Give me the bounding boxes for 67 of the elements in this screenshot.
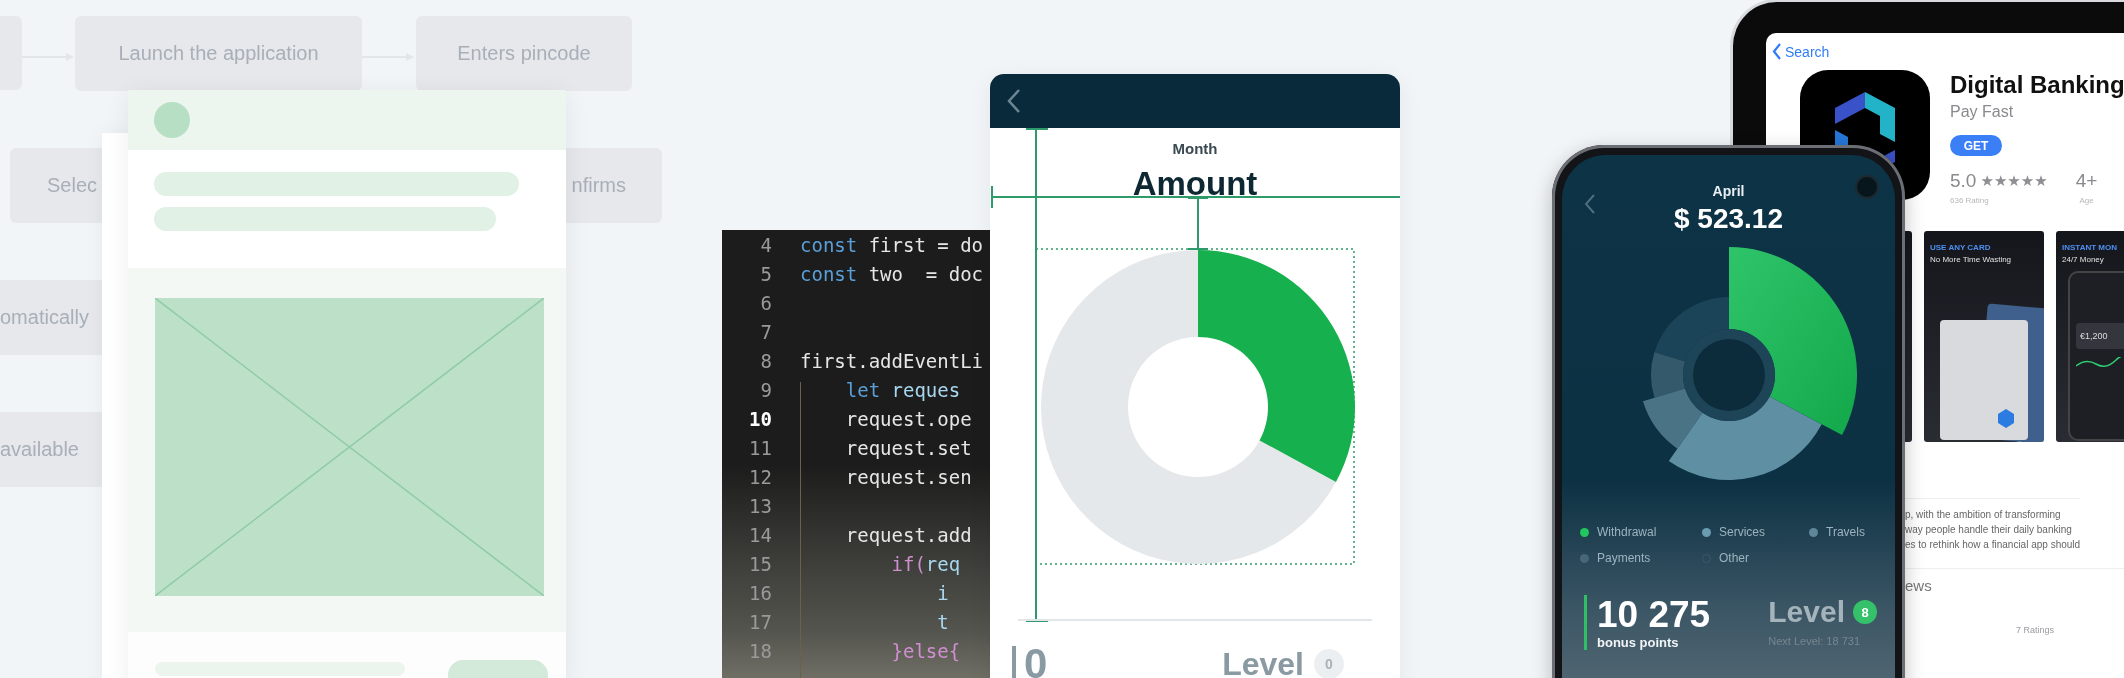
line-number: 15 xyxy=(748,552,772,575)
code-line: request.sen xyxy=(844,465,972,488)
code-line: request.set xyxy=(844,436,972,459)
level-badge: 8 xyxy=(1853,600,1877,624)
legend-label: Withdrawal xyxy=(1597,525,1657,539)
star-icon: ★ xyxy=(1980,172,1994,190)
value-text: 0 xyxy=(1024,640,1048,678)
amount-value: $ 523.12 xyxy=(1674,203,1783,235)
code-line: i xyxy=(936,581,949,604)
level-badge: 0 xyxy=(1314,649,1344,678)
line-number: 14 xyxy=(748,523,772,546)
app-subtitle: Pay Fast xyxy=(1950,103,2015,121)
flow-step: Launch the application xyxy=(75,16,362,91)
code-line: request.ope xyxy=(844,407,972,430)
legend-label: Services xyxy=(1719,525,1765,539)
code-line: let reques xyxy=(844,378,961,401)
star-icon: ★ xyxy=(2020,172,2035,190)
line-number: 13 xyxy=(748,494,772,517)
legend-label: Travels xyxy=(1826,525,1865,539)
screenshot-heading: USE ANY CARD xyxy=(1930,243,1992,252)
line-number: 18 xyxy=(748,639,772,662)
flow-step: Enters pincode xyxy=(416,16,632,91)
description-text: es to rethink how a financial app should xyxy=(1905,538,2081,552)
code-line: first.addEventLi xyxy=(800,349,984,372)
legend-label: Other xyxy=(1719,551,1749,565)
age-rating: 4+ xyxy=(2075,170,2098,192)
month-label: Month xyxy=(1172,140,1218,157)
points-value: 10 275 xyxy=(1597,595,1711,635)
line-number: 16 xyxy=(748,581,772,604)
line-number: 7 xyxy=(759,320,772,343)
code-line: const two = doc xyxy=(800,262,984,285)
legend-label: Payments xyxy=(1597,551,1651,565)
balance-amount: €1,200 xyxy=(2076,323,2124,349)
screenshot-caption: 24/7 Money xyxy=(2062,255,2105,264)
line-number: 6 xyxy=(759,291,772,314)
ratings-note: 7 Ratings xyxy=(2016,625,2055,635)
app-name: Digital Banking xyxy=(1950,71,2124,99)
description-text: p, with the ambition of transforming xyxy=(1905,508,2062,522)
line-number: 9 xyxy=(759,378,772,401)
line-number: 5 xyxy=(759,262,772,285)
star-icon: ★ xyxy=(2034,172,2048,190)
rating-value: 5.0 xyxy=(1950,170,1977,192)
line-number: 11 xyxy=(748,436,772,459)
line-number: 10 xyxy=(748,407,772,430)
code-line: if(req xyxy=(890,552,961,575)
get-button[interactable]: GET xyxy=(1950,135,2002,156)
month-label: April xyxy=(1712,183,1745,199)
code-line: t xyxy=(936,610,949,633)
line-number: 4 xyxy=(759,233,772,256)
code-line: }else{ xyxy=(890,639,961,662)
rating-count: 636 Rating xyxy=(1950,196,1990,205)
description-text: way people handle their daily banking xyxy=(1905,523,2073,537)
code-line: request.add xyxy=(844,523,972,546)
line-number: 17 xyxy=(748,610,772,633)
level-label: Level xyxy=(1768,595,1845,629)
star-icon: ★ xyxy=(2007,172,2021,190)
level-label: Level xyxy=(1222,645,1304,678)
amount-title: Amount xyxy=(1132,165,1258,203)
screenshot-heading: INSTANT MON xyxy=(2062,243,2118,252)
age-label: Age xyxy=(2079,196,2094,205)
line-number: 8 xyxy=(759,349,772,372)
back-link[interactable]: Search xyxy=(1772,43,1830,60)
code-line: const first = do xyxy=(800,233,984,256)
points-label: bonus points xyxy=(1597,635,1680,650)
line-number: 12 xyxy=(748,465,772,488)
star-icon: ★ xyxy=(1993,172,2008,190)
screenshot-caption: No More Time Wasting xyxy=(1930,255,2013,264)
